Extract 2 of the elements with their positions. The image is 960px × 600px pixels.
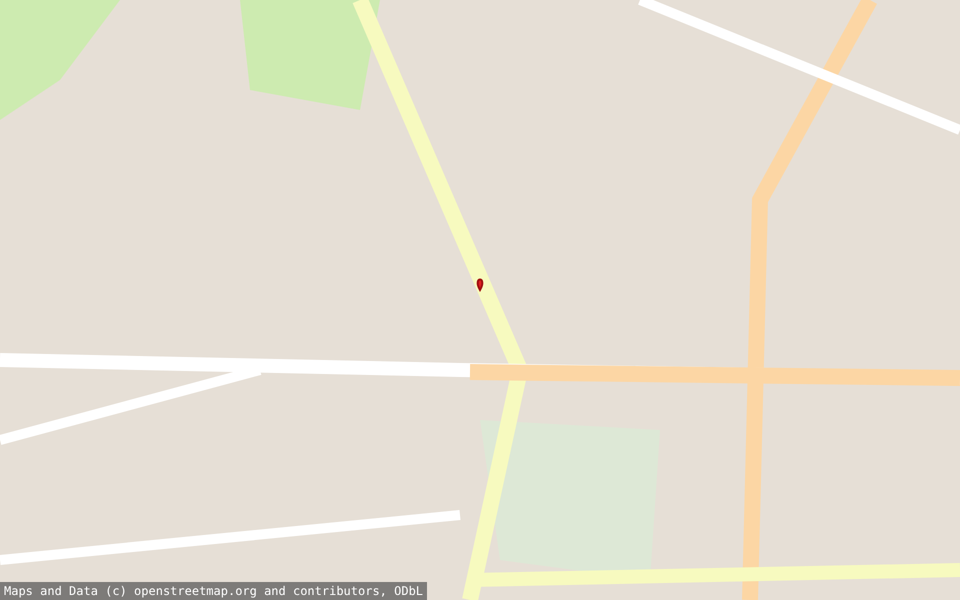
map-attribution: Maps and Data (c) openstreetmap.org and contributors, ODbL [0,582,428,600]
map-view[interactable]: Maps and Data (c) openstreetmap.org and contributors, ODbL [0,0,960,600]
